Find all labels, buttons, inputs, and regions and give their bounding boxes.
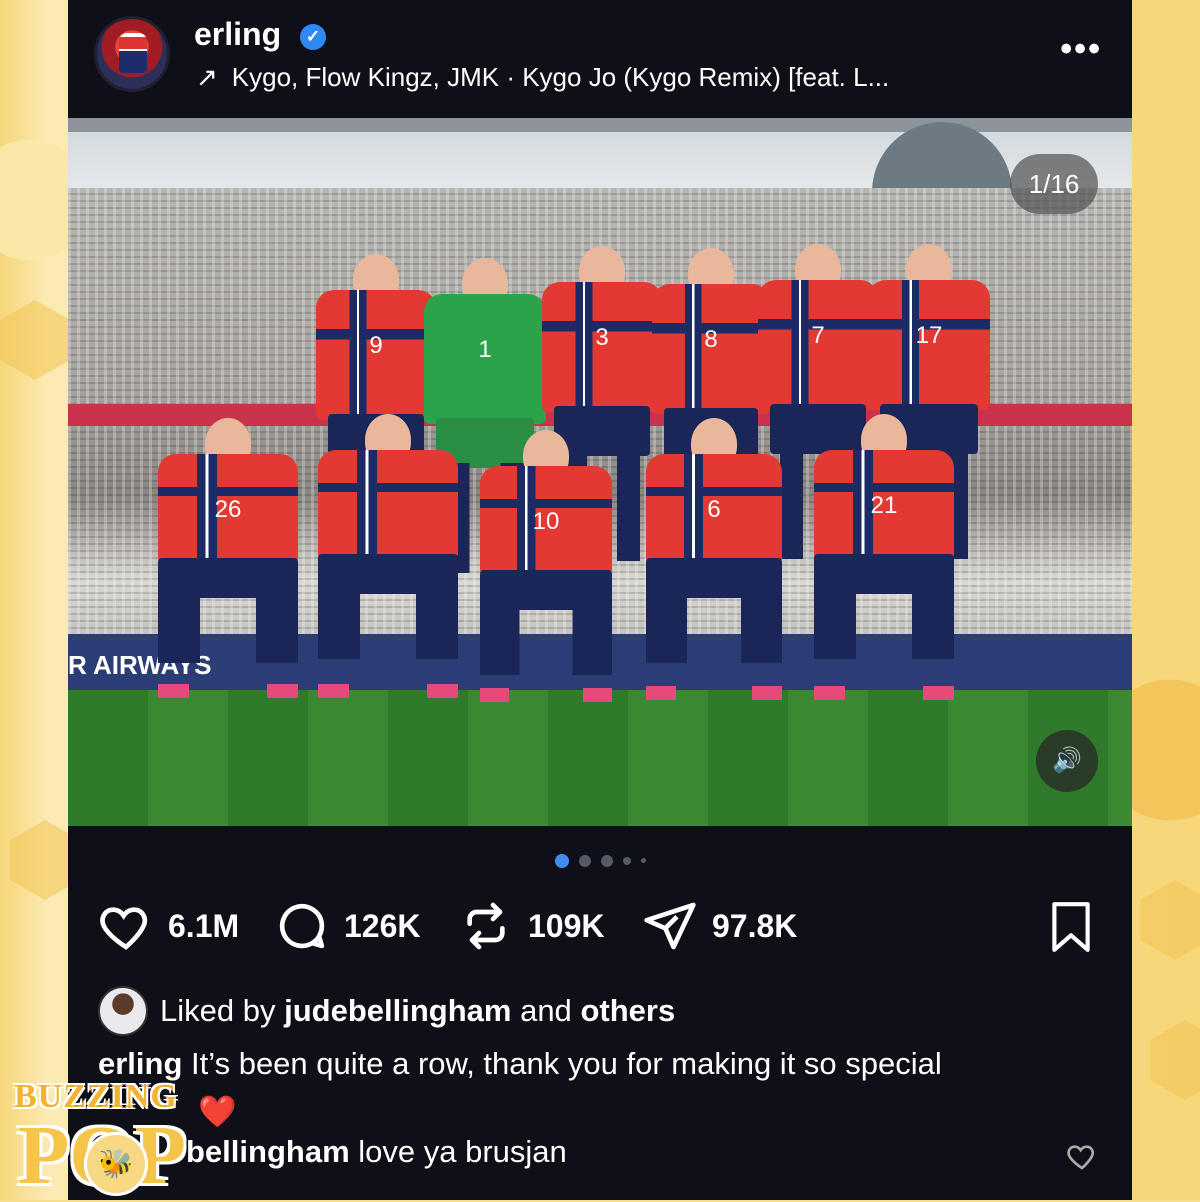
speaker-icon: 🔊 <box>1052 747 1082 774</box>
carousel-indicator <box>68 852 1132 870</box>
repost-count: 109K <box>528 907 605 944</box>
player-legs <box>646 593 782 663</box>
heart-icon <box>100 907 148 950</box>
repost-button[interactable]: 109K <box>458 896 605 956</box>
comment-like-button[interactable] <box>1066 1140 1098 1177</box>
caption-username[interactable]: erling <box>98 1046 182 1081</box>
player-shorts <box>318 554 458 594</box>
liker-avatar <box>98 986 148 1036</box>
share-count: 97.8K <box>712 907 798 944</box>
player-legs <box>158 593 298 663</box>
shirt-number: 1 <box>478 336 492 363</box>
player <box>318 414 458 698</box>
player-legs <box>814 589 954 659</box>
player-boots <box>158 684 298 698</box>
liked-by-user[interactable]: judebellingham <box>284 993 511 1029</box>
post-header: erling ✓ ↗ Kygo, Flow Kingz, JMK · Kygo J… <box>68 0 1132 118</box>
carousel-dot <box>578 854 591 867</box>
player: 26 <box>158 418 298 698</box>
player-shorts <box>646 558 782 598</box>
paper-plane-icon <box>644 902 696 950</box>
player: 10 <box>480 430 612 702</box>
repost-icon <box>467 902 505 950</box>
player-legs <box>318 589 458 659</box>
post-username[interactable]: erling <box>194 16 281 53</box>
shirt-number: 17 <box>915 322 943 349</box>
comment-text: love ya brusjan <box>358 1134 567 1169</box>
music-attribution[interactable]: ↗ Kygo, Flow Kingz, JMK · Kygo Jo (Kygo R… <box>196 62 889 93</box>
liked-by-row[interactable]: Liked by judebellingham and others <box>98 986 675 1036</box>
instagram-post: erling ✓ ↗ Kygo, Flow Kingz, JMK · Kygo J… <box>68 0 1132 1200</box>
comment-button[interactable]: 126K <box>274 896 421 956</box>
shirt-number: 6 <box>707 496 721 523</box>
player-shorts <box>158 558 298 598</box>
shirt-number: 8 <box>704 326 718 353</box>
comment-username[interactable]: bellingham <box>186 1134 350 1169</box>
top-comment: bellingham love ya brusjan <box>186 1134 567 1170</box>
player-shirt <box>318 450 458 560</box>
bookmark-button[interactable] <box>1046 900 1096 959</box>
shirt-number: 21 <box>870 492 898 519</box>
player-boots <box>646 686 782 700</box>
more-options-button[interactable]: ••• <box>1060 30 1102 69</box>
sound-toggle-button[interactable]: 🔊 <box>1036 730 1098 792</box>
like-count: 6.1M <box>168 907 240 944</box>
profile-avatar[interactable] <box>94 16 170 92</box>
player-legs <box>480 605 612 675</box>
player-shorts <box>480 570 612 610</box>
football-pitch <box>68 690 1132 826</box>
player-boots <box>814 686 954 700</box>
like-button[interactable]: 6.1M <box>98 896 239 956</box>
heart-icon <box>1067 1145 1095 1170</box>
action-bar: 6.1M 126K 109K 97.8K <box>98 896 1098 956</box>
bookmark-icon <box>1052 902 1090 952</box>
share-button[interactable]: 97.8K <box>642 896 797 956</box>
post-photo[interactable]: R AIRWAYS 9 1 3 8 7 17 26 10 6 21 1/16 🔊 <box>68 118 1132 826</box>
liked-by-others[interactable]: others <box>580 993 675 1029</box>
buzzing-pop-logo: BUZZING POP 🐝 <box>14 1078 204 1198</box>
comment-count: 126K <box>344 907 421 944</box>
shirt-number: 10 <box>532 508 560 535</box>
shirt-number: 7 <box>811 322 825 349</box>
player-boots <box>480 688 612 702</box>
post-caption: erling It’s been quite a row, thank you … <box>98 1040 1108 1136</box>
music-label: Kygo, Flow Kingz, JMK · Kygo Jo (Kygo Re… <box>231 62 890 92</box>
shirt-number: 3 <box>595 324 609 351</box>
carousel-dot <box>640 858 646 864</box>
bee-icon: 🐝 <box>84 1132 148 1196</box>
shirt-number: 9 <box>369 332 383 359</box>
carousel-dot <box>622 856 631 865</box>
player: 6 <box>646 418 782 700</box>
player-shorts <box>814 554 954 594</box>
arrow-up-right-icon: ↗ <box>196 62 218 92</box>
carousel-dot-active <box>554 853 569 868</box>
player: 21 <box>814 414 954 700</box>
verified-badge-icon: ✓ <box>300 24 326 50</box>
media-counter: 1/16 <box>1010 154 1098 214</box>
caption-text: It’s been quite a row, thank you for mak… <box>191 1046 942 1081</box>
player-boots <box>318 684 458 698</box>
shirt-number: 26 <box>214 496 242 523</box>
liked-by-prefix: Liked by <box>160 993 276 1028</box>
comment-bubble-icon <box>279 903 325 949</box>
carousel-dot <box>600 854 613 867</box>
liked-by-connector: and <box>520 993 572 1028</box>
